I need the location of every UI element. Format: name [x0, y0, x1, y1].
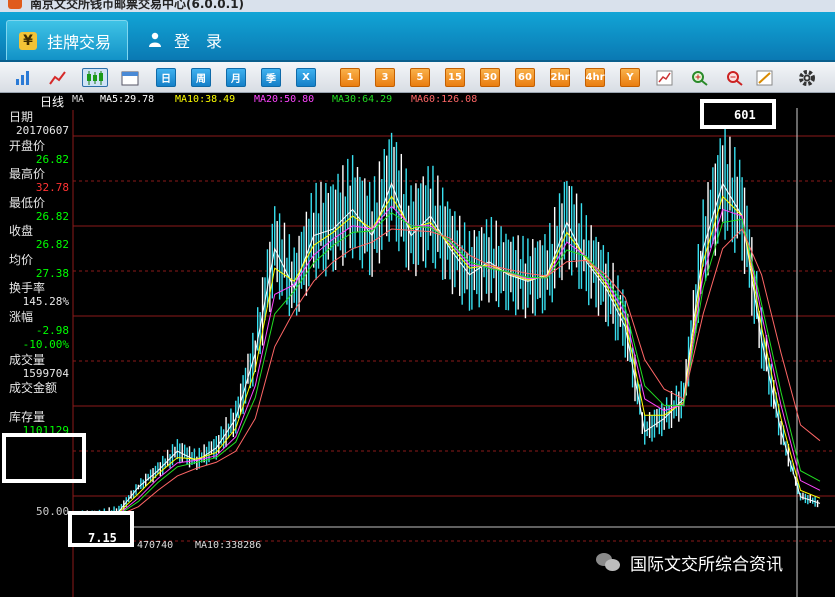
- chart-toolbar: 日 周 月 季 X 1 3 5 15 30 60 2hr 4hr Y: [0, 62, 835, 93]
- candlestick-icon[interactable]: [82, 68, 108, 87]
- kline-chart[interactable]: 日线 MA MA5:29.78 MA10:38.49 MA20:50.80 MA…: [0, 93, 835, 597]
- info-value-open: 26.82: [35, 152, 69, 166]
- info-label-change: 涨幅: [9, 309, 34, 324]
- period-3min-button[interactable]: 3: [375, 68, 395, 87]
- info-value-low: 26.82: [35, 209, 69, 223]
- period-week-button[interactable]: 周: [191, 68, 211, 87]
- zoom-in-icon[interactable]: [690, 68, 710, 87]
- info-label-high: 最高价: [9, 167, 46, 181]
- info-panel: 日期 20170607 开盘价 26.82 最高价 32.78 最低价 26.8…: [0, 110, 73, 438]
- info-value-avg: 27.38: [35, 266, 69, 280]
- info-label-date: 日期: [9, 110, 34, 124]
- line-chart-icon[interactable]: [48, 68, 68, 87]
- ma10-label: MA10:38.49: [175, 94, 236, 105]
- title-bar: 南京文交所钱币邮票交易中心(6.0.0.1): [0, 0, 835, 12]
- info-value-date: 20170607: [16, 124, 69, 137]
- bar-chart-icon[interactable]: [14, 68, 34, 87]
- info-value-volume: 1599704: [22, 366, 69, 380]
- period-month-button[interactable]: 月: [226, 68, 246, 87]
- tab-listed-trading-label: 挂牌交易: [47, 32, 112, 52]
- volume-ma10: MA10:338286: [195, 540, 262, 551]
- info-value-change-pct: -10.00%: [22, 338, 69, 351]
- ma-prefix: MA: [72, 94, 85, 105]
- tab-login[interactable]: 登 录: [140, 20, 222, 60]
- info-label-low: 最低价: [9, 195, 46, 210]
- ma5-label: MA5:29.78: [100, 94, 155, 105]
- period-15min-button[interactable]: 15: [445, 68, 465, 87]
- watermark-text: 国际文交所综合资讯: [630, 554, 783, 575]
- period-4hr-button[interactable]: 4hr: [585, 68, 605, 87]
- info-label-close: 收盘: [9, 224, 34, 238]
- indicator-icon[interactable]: [655, 68, 675, 87]
- calendar-icon[interactable]: [120, 68, 140, 87]
- info-label-amount: 成交金额: [9, 381, 58, 395]
- app-logo-icon: [8, 0, 22, 9]
- period-day-button[interactable]: 日: [156, 68, 176, 87]
- period-season-button[interactable]: 季: [261, 68, 281, 87]
- info-value-close: 26.82: [35, 238, 69, 251]
- user-icon: [146, 31, 164, 49]
- main-nav: ¥ 挂牌交易 登 录: [0, 12, 835, 62]
- info-value-change: -2.98: [35, 323, 69, 337]
- max-price-callout: 601: [700, 99, 776, 129]
- period-30min-button[interactable]: 30: [480, 68, 500, 87]
- watermark: 国际文交所综合资讯: [596, 548, 826, 576]
- tab-listed-trading[interactable]: ¥ 挂牌交易: [6, 20, 128, 60]
- info-value-high: 32.78: [35, 181, 69, 194]
- ma20-label: MA20:50.80: [254, 94, 315, 105]
- period-2hr-button[interactable]: 2hr: [550, 68, 570, 87]
- info-value-turnover: 145.28%: [22, 295, 69, 308]
- period-5min-button[interactable]: 5: [410, 68, 430, 87]
- period-60min-button[interactable]: 60: [515, 68, 535, 87]
- stock-highlight-box: [2, 433, 86, 483]
- volume-value: 470740: [137, 540, 174, 551]
- window-title: 南京文交所钱币邮票交易中心(6.0.0.1): [30, 0, 245, 11]
- settings-icon[interactable]: [797, 68, 817, 87]
- period-x-button[interactable]: X: [296, 68, 316, 87]
- min-price-label: 7.15: [88, 531, 117, 545]
- tab-login-label: 登 录: [174, 32, 223, 51]
- max-price-label: 601: [734, 108, 756, 122]
- info-label-stock: 库存量: [9, 409, 46, 424]
- info-label-volume: 成交量: [9, 352, 46, 367]
- info-value-amount: [0, 395, 73, 410]
- min-price-callout: 7.15: [68, 511, 134, 547]
- ma30-label: MA30:64.29: [332, 94, 393, 105]
- period-label: 日线: [40, 95, 65, 109]
- info-label-avg: 均价: [9, 252, 34, 267]
- info-label-turnover: 换手率: [9, 281, 46, 295]
- draw-icon[interactable]: [755, 68, 775, 87]
- ma60-label: MA60:126.08: [411, 94, 478, 105]
- period-year-button[interactable]: Y: [620, 68, 640, 87]
- period-1min-button[interactable]: 1: [340, 68, 360, 87]
- zoom-out-icon[interactable]: [725, 68, 745, 87]
- info-label-open: 开盘价: [9, 138, 46, 153]
- y-axis-label: 50.00: [36, 505, 70, 518]
- wechat-icon: [596, 551, 622, 573]
- yen-icon: ¥: [19, 31, 37, 50]
